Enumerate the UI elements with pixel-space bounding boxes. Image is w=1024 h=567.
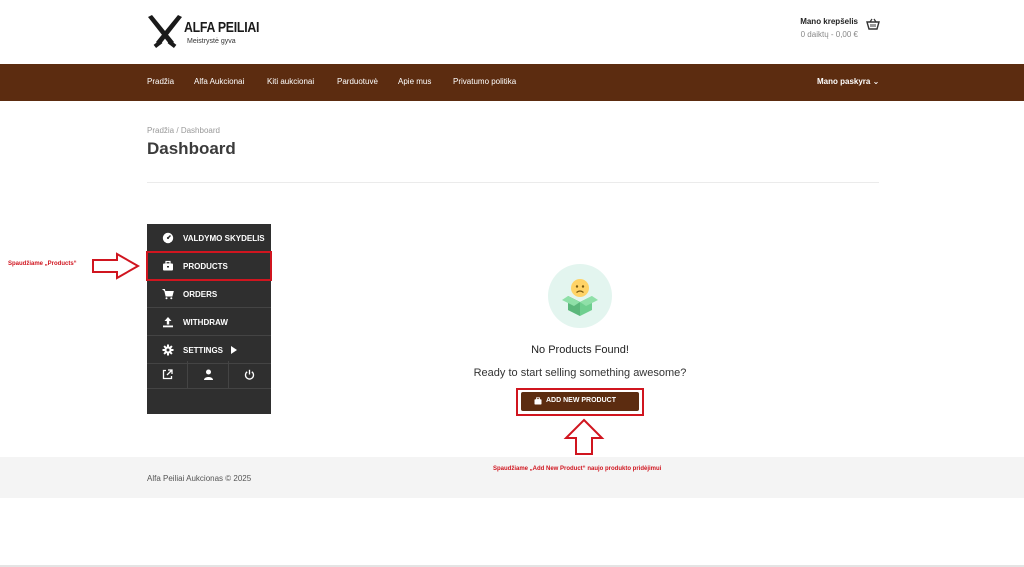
annotation-products: Spaudžiame „Products“ bbox=[8, 261, 77, 267]
nav-item-shop[interactable]: Parduotuvė bbox=[337, 77, 378, 86]
menu-label: WITHDRAW bbox=[183, 318, 228, 327]
logo-tagline: Meistrystė gyva bbox=[187, 38, 236, 45]
nav-item-home[interactable]: Pradžia bbox=[147, 77, 174, 86]
divider bbox=[147, 182, 879, 183]
menu-bottom-bar bbox=[147, 361, 271, 389]
empty-state-subtitle: Ready to start selling something awesome… bbox=[473, 367, 687, 379]
arrow-right-icon bbox=[92, 252, 141, 280]
footer-copyright: Alfa Peiliai Aukcionas © 2025 bbox=[147, 474, 252, 483]
sad-box-icon bbox=[562, 279, 598, 316]
nav-item-privacy[interactable]: Privatumo politika bbox=[453, 77, 516, 86]
basket-icon[interactable] bbox=[866, 18, 880, 30]
breadcrumb: Pradžia / Dashboard bbox=[147, 126, 220, 135]
upload-icon bbox=[163, 317, 173, 328]
cart-title: Mano krepšelis bbox=[800, 17, 858, 26]
menu-item-orders[interactable]: ORDERS bbox=[147, 280, 271, 308]
main-nav: Pradžia Alfa Aukcionai Kiti aukcionai Pa… bbox=[0, 64, 1024, 101]
cart-summary: 0 daiktų - 0,00 € bbox=[800, 30, 858, 39]
menu-item-withdraw[interactable]: WITHDRAW bbox=[147, 308, 271, 336]
account-menu[interactable]: Mano paskyra ⌄ bbox=[817, 77, 879, 86]
mini-cart[interactable]: Mano krepšelis 0 daiktų - 0,00 € bbox=[780, 15, 880, 45]
briefcase-icon bbox=[534, 397, 542, 405]
nav-item-alfa-auctions[interactable]: Alfa Aukcionai bbox=[194, 77, 244, 86]
user-icon bbox=[204, 369, 213, 380]
breadcrumb-current: Dashboard bbox=[180, 126, 220, 135]
menu-item-dashboard[interactable]: VALDYMO SKYDELIS bbox=[147, 224, 271, 252]
visit-store-button[interactable] bbox=[147, 361, 188, 389]
menu-label: SETTINGS bbox=[183, 346, 224, 355]
nav-item-other-auctions[interactable]: Kiti aukcionai bbox=[267, 77, 314, 86]
profile-button[interactable] bbox=[188, 361, 229, 389]
caret-right-icon bbox=[231, 346, 237, 354]
power-icon bbox=[244, 369, 255, 380]
cart-icon bbox=[162, 289, 174, 300]
empty-state-title: No Products Found! bbox=[531, 344, 629, 356]
dashboard-gauge-icon bbox=[162, 232, 174, 244]
breadcrumb-separator: / bbox=[176, 126, 179, 135]
products-highlight-box bbox=[146, 251, 272, 281]
add-new-product-button[interactable]: ADD NEW PRODUCT bbox=[521, 392, 639, 411]
crossed-knives-icon bbox=[148, 15, 182, 49]
gear-icon bbox=[162, 344, 174, 356]
add-new-product-label: ADD NEW PRODUCT bbox=[546, 397, 616, 404]
logout-button[interactable] bbox=[229, 361, 270, 389]
annotation-add-product: Spaudžiame „Add New Product“ naujo produ… bbox=[493, 466, 662, 472]
nav-item-about[interactable]: Apie mus bbox=[398, 77, 431, 86]
menu-label: ORDERS bbox=[183, 290, 218, 299]
menu-label: VALDYMO SKYDELIS bbox=[183, 234, 265, 243]
site-header: ALFA PEILIAI Meistrystė gyva Mano krepše… bbox=[0, 0, 1024, 64]
site-logo[interactable]: ALFA PEILIAI Meistrystė gyva bbox=[146, 15, 260, 51]
breadcrumb-home[interactable]: Pradžia bbox=[147, 126, 174, 135]
logo-name: ALFA PEILIAI bbox=[184, 19, 260, 36]
site-footer: Alfa Peiliai Aukcionas © 2025 bbox=[0, 457, 1024, 498]
page-title: Dashboard bbox=[147, 139, 236, 158]
empty-state-illustration bbox=[548, 264, 612, 328]
menu-item-settings[interactable]: SETTINGS bbox=[147, 336, 271, 364]
external-link-icon bbox=[162, 369, 173, 380]
arrow-up-icon bbox=[563, 418, 605, 455]
